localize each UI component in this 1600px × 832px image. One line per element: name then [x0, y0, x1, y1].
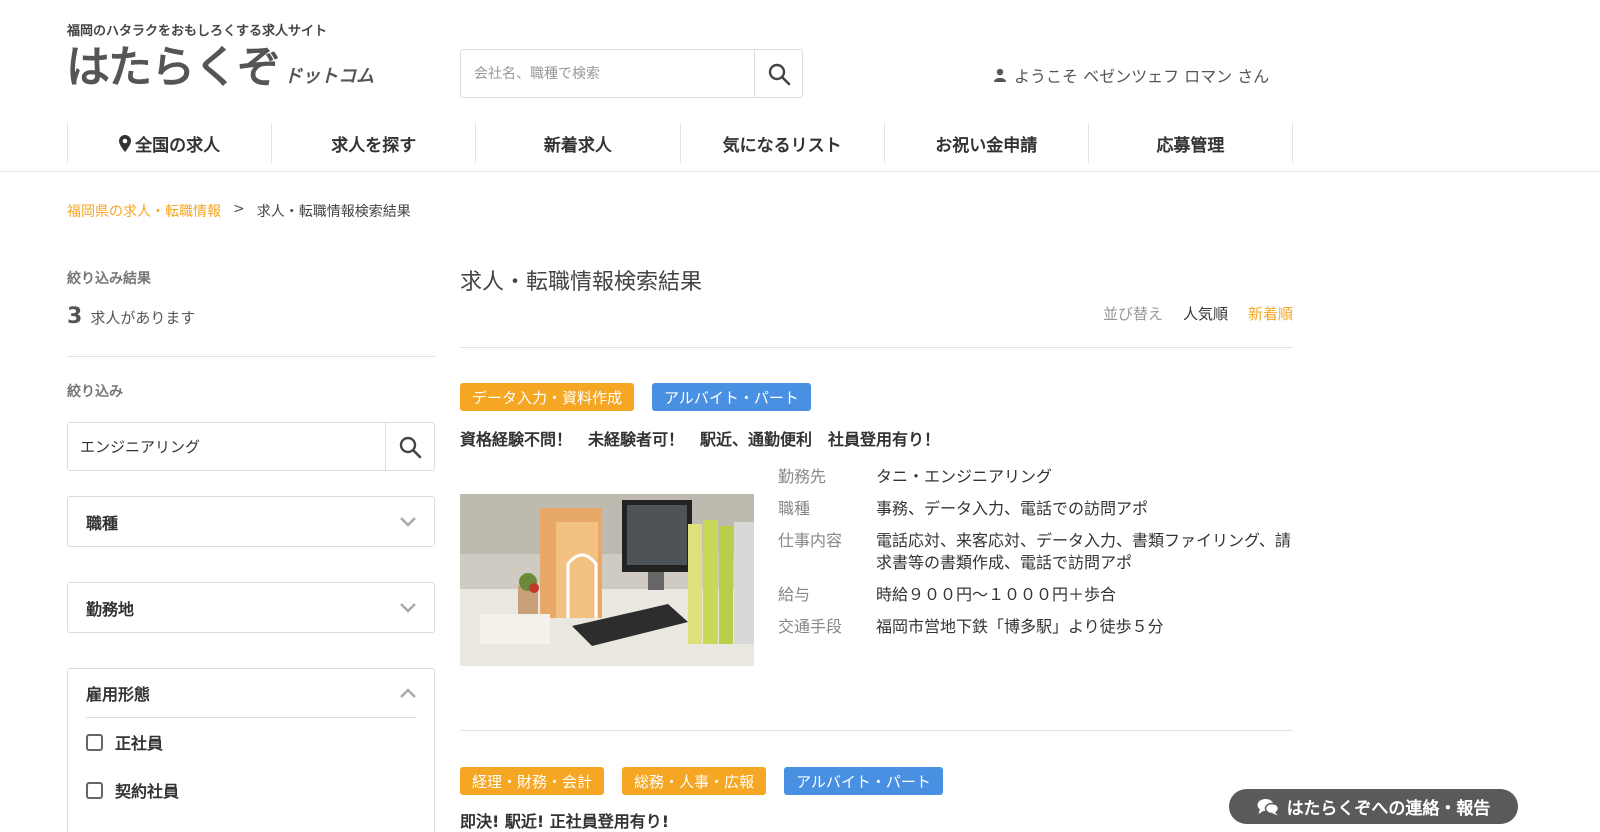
job-title[interactable]: 即決! 駅近! 正社員登用有り!: [460, 808, 669, 832]
nav-item-application-management[interactable]: 応募管理: [1087, 123, 1294, 163]
breadcrumb-current: 求人・転職情報検索結果: [256, 204, 411, 220]
accordion-header[interactable]: 勤務地: [68, 583, 434, 632]
sort-options: 並び替え 人気順 新着順: [1103, 303, 1293, 324]
job-photo[interactable]: [460, 494, 754, 666]
sort-popular[interactable]: 人気順: [1183, 303, 1228, 324]
nav-label: 気になるリスト: [722, 135, 842, 156]
breadcrumb-link[interactable]: 福岡県の求人・転職情報: [67, 201, 221, 221]
header-divider: [0, 171, 1600, 172]
result-count: 3 求人があります: [67, 304, 195, 329]
detail-row-salary: 給与 時給９００円～１０００円＋歩合: [778, 584, 1293, 606]
detail-value: タニ・エンジニアリング: [876, 467, 1053, 486]
checkbox[interactable]: [86, 781, 103, 799]
filter-search-button[interactable]: [385, 423, 434, 470]
accordion-label: 雇用形態: [86, 685, 151, 704]
logo-sub-text: ドットコム: [284, 66, 375, 87]
search-icon: [399, 436, 422, 458]
contact-button-label: はたらくぞへの連絡・報告: [1286, 799, 1491, 819]
breadcrumb-separator: >: [233, 201, 245, 217]
detail-value: 電話応対、来客応対、データ入力、書類ファイリング、請求書等の書類作成、電話で訪問…: [876, 531, 1291, 572]
page-title: 求人・転職情報検索結果: [460, 270, 703, 295]
nav-item-new-jobs[interactable]: 新着求人: [475, 123, 679, 163]
job-details: 勤務先 タニ・エンジニアリング 職種 事務、データ入力、電話での訪問アポ 仕事内…: [778, 466, 1293, 648]
filter-search: [67, 422, 435, 471]
checkbox[interactable]: [86, 733, 103, 751]
detail-value: 事務、データ入力、電話での訪問アポ: [876, 499, 1149, 518]
global-nav: 全国の求人 求人を探す 新着求人 気になるリスト お祝い金申請 応募管理: [67, 123, 1294, 163]
results-divider: [460, 347, 1293, 348]
contact-report-button[interactable]: はたらくぞへの連絡・報告: [1229, 789, 1518, 824]
job-title[interactable]: 資格経験不問！ 未経験者可！ 駅近、通勤便利 社員登用有り！: [460, 426, 940, 450]
detail-value: 時給９００円～１０００円＋歩合: [876, 585, 1117, 604]
nav-label: 求人を探す: [331, 135, 417, 156]
results-heading: 絞り込み結果: [67, 271, 151, 287]
detail-row-description: 仕事内容 電話応対、来客応対、データ入力、書類ファイリング、請求書等の書類作成、…: [778, 530, 1293, 574]
employment-type-tag[interactable]: アルバイト・パート: [652, 383, 811, 411]
chevron-up-icon: [400, 688, 416, 698]
accordion-label: 職種: [86, 513, 119, 533]
nav-label: お祝い金申請: [935, 135, 1038, 156]
nav-item-bonus-application[interactable]: お祝い金申請: [883, 123, 1088, 163]
detail-value: 福岡市営地下鉄「博多駅」より徒歩５分: [876, 617, 1164, 636]
detail-label: 交通手段: [778, 617, 843, 636]
job-tags: データ入力・資料作成 アルバイト・パート: [460, 383, 811, 411]
filter-keyword-input[interactable]: [68, 423, 385, 470]
nav-label: 全国の求人: [135, 135, 221, 156]
office-desk-image: [460, 494, 754, 666]
map-pin-icon: [119, 134, 132, 152]
detail-label: 給与: [778, 585, 811, 604]
chevron-down-icon: [400, 516, 416, 527]
detail-label: 勤務先: [778, 467, 827, 486]
checkbox-label: 契約社員: [115, 782, 180, 801]
sort-label: 並び替え: [1102, 305, 1163, 323]
header-search: [460, 49, 803, 98]
logo-main-text: はたらくぞ: [66, 42, 281, 93]
job-category-tag[interactable]: 経理・財務・会計: [460, 767, 605, 795]
welcome-text: ようこそ ベゼンツェフ ロマン さん: [1014, 67, 1270, 86]
accordion-work-location: 勤務地: [67, 582, 435, 633]
breadcrumb: 福岡県の求人・転職情報 > 求人・転職情報検索結果: [67, 201, 411, 221]
employment-type-tag[interactable]: アルバイト・パート: [784, 767, 943, 795]
user-icon: [994, 68, 1006, 82]
filter-heading: 絞り込み: [67, 384, 123, 400]
job-category-tag[interactable]: 総務・人事・広報: [622, 767, 767, 795]
nav-label: 新着求人: [543, 135, 612, 156]
result-count-text: 求人があります: [90, 309, 196, 327]
detail-row-access: 交通手段 福岡市営地下鉄「博多駅」より徒歩５分: [778, 616, 1293, 638]
job-tags: 経理・財務・会計 総務・人事・広報 アルバイト・パート: [460, 767, 943, 795]
nav-label: 応募管理: [1156, 135, 1225, 156]
nav-item-favorites[interactable]: 気になるリスト: [679, 123, 884, 163]
detail-row-company: 勤務先 タニ・エンジニアリング: [778, 466, 1293, 488]
accordion-employment-type: 雇用形態 正社員 契約社員: [67, 668, 435, 832]
nav-item-search-jobs[interactable]: 求人を探す: [271, 123, 475, 163]
accordion-job-type: 職種: [67, 496, 435, 547]
checkbox-option-fulltime: 正社員: [68, 718, 434, 766]
site-tagline: 福岡のハタラクをおもしろくする求人サイト: [67, 24, 328, 39]
detail-row-job-type: 職種 事務、データ入力、電話での訪問アポ: [778, 498, 1293, 520]
accordion-label: 勤務地: [86, 599, 135, 619]
job-category-tag[interactable]: データ入力・資料作成: [460, 383, 635, 411]
nav-item-nationwide[interactable]: 全国の求人: [67, 123, 271, 163]
checkbox-label: 正社員: [115, 734, 164, 753]
search-icon: [768, 63, 790, 85]
accordion-header[interactable]: 雇用形態: [86, 669, 416, 718]
accordion-header[interactable]: 職種: [68, 497, 434, 546]
sidebar-divider: [67, 356, 435, 357]
detail-label: 職種: [778, 499, 811, 518]
chat-bubbles-icon: [1257, 798, 1279, 815]
sort-newest[interactable]: 新着順: [1248, 303, 1293, 324]
checkbox-option-contract: 契約社員: [68, 766, 434, 814]
chevron-down-icon: [400, 602, 416, 613]
header-search-button[interactable]: [754, 50, 802, 97]
detail-label: 仕事内容: [778, 531, 843, 550]
result-count-number: 3: [67, 304, 83, 329]
welcome-message[interactable]: ようこそ ベゼンツェフ ロマン さん: [994, 63, 1269, 87]
job-divider: [460, 730, 1293, 731]
site-logo[interactable]: はたらくぞ ドットコム: [66, 42, 374, 94]
header-search-input[interactable]: [461, 50, 754, 97]
